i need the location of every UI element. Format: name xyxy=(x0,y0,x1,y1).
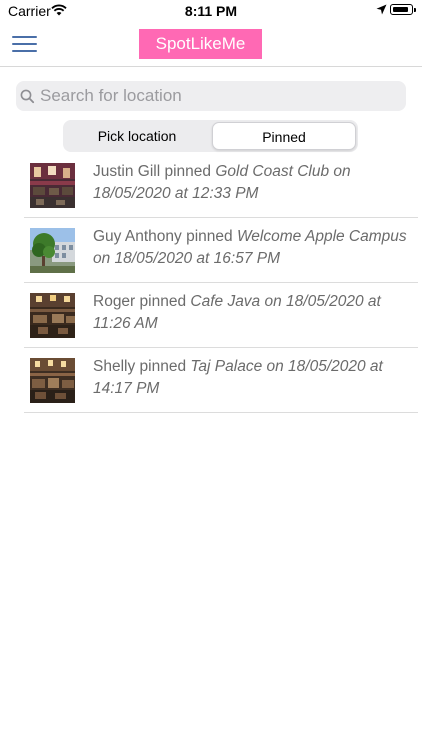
menu-icon[interactable] xyxy=(12,35,38,53)
list-item[interactable]: Guy Anthony pinned Welcome Apple Campus … xyxy=(24,218,418,283)
app-title: SpotLikeMe xyxy=(139,29,262,59)
pin-verb: pinned xyxy=(135,358,191,375)
pin-description: Guy Anthony pinned Welcome Apple Campus … xyxy=(93,226,411,270)
pinned-list: Justin Gill pinned Gold Coast Club on 18… xyxy=(24,153,418,413)
search-icon xyxy=(20,89,35,104)
pin-description: Roger pinned Cafe Java on 18/05/2020 at … xyxy=(93,291,411,335)
cafe-photo-icon xyxy=(30,293,75,338)
pin-user: Roger xyxy=(93,293,136,310)
list-item[interactable]: Justin Gill pinned Gold Coast Club on 18… xyxy=(24,153,418,218)
pin-verb: pinned xyxy=(160,163,216,180)
campus-photo-icon xyxy=(30,228,75,273)
segment-pinned[interactable]: Pinned xyxy=(212,122,356,150)
search-input[interactable] xyxy=(40,83,396,109)
pin-description: Justin Gill pinned Gold Coast Club on 18… xyxy=(93,161,411,205)
location-arrow-icon xyxy=(376,4,387,15)
pin-verb: pinned xyxy=(181,228,237,245)
navigation-bar: SpotLikeMe xyxy=(0,22,422,67)
clock: 8:11 PM xyxy=(184,3,238,19)
list-item[interactable]: Roger pinned Cafe Java on 18/05/2020 at … xyxy=(24,283,418,348)
search-bar[interactable] xyxy=(16,81,406,111)
status-bar: Carrier 8:11 PM xyxy=(0,0,422,22)
pin-description: Shelly pinned Taj Palace on 18/05/2020 a… xyxy=(93,356,411,400)
restaurant-photo-icon xyxy=(30,358,75,403)
segmented-control: Pick location Pinned xyxy=(63,120,358,152)
battery-icon xyxy=(390,4,413,15)
pin-user: Justin Gill xyxy=(93,163,161,180)
pin-user: Guy Anthony xyxy=(93,228,182,245)
pin-verb: pinned xyxy=(135,293,191,310)
restaurant-photo-icon xyxy=(30,163,75,208)
battery-cap xyxy=(414,8,416,12)
pin-user: Shelly xyxy=(93,358,136,375)
list-item[interactable]: Shelly pinned Taj Palace on 18/05/2020 a… xyxy=(24,348,418,413)
segment-pick-location[interactable]: Pick location xyxy=(65,122,209,150)
